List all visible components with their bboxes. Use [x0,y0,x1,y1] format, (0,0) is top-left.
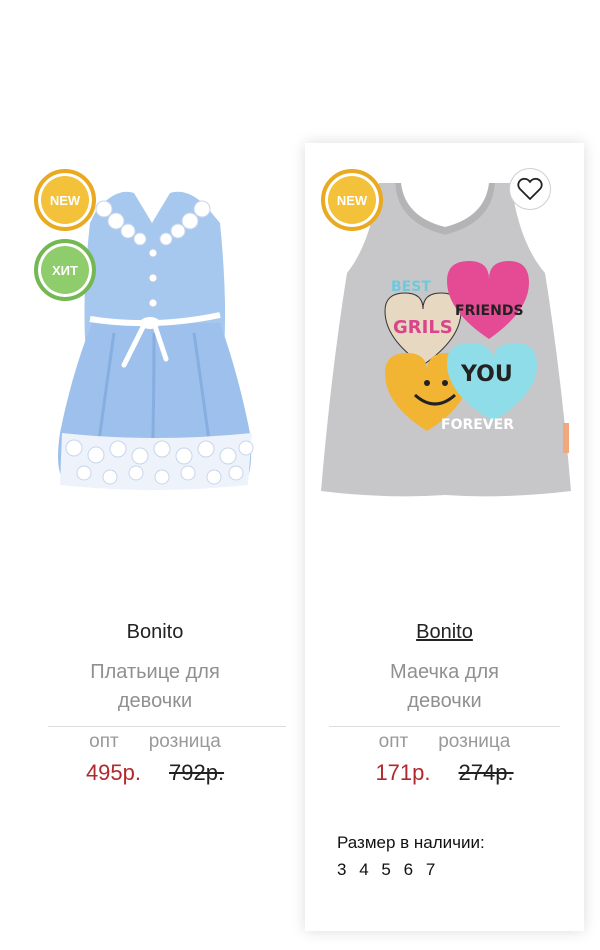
retail-label: розница [148,731,221,752]
product-name-line: девочки [407,690,482,712]
divider [48,726,286,727]
prices: 495р. 792р. [24,760,286,786]
price-labels: опт розница [24,731,286,753]
product-name-link[interactable]: Маечка для девочки [315,658,574,716]
wishlist-button[interactable] [509,168,551,210]
product-card[interactable]: NEW ХИТ Bonito Платьице для девочки опт … [24,143,286,931]
product-brand[interactable]: Bonito [24,621,286,644]
opt-label: опт [378,731,409,752]
size-option[interactable]: 5 [381,860,391,879]
print-text: YOU [460,362,513,387]
product-name-line: Платьице для [90,661,220,683]
new-badge: NEW [34,169,96,231]
size-option[interactable]: 7 [426,860,436,879]
prices: 171р. 274р. [305,760,584,786]
size-option[interactable]: 6 [404,860,414,879]
size-option[interactable]: 4 [359,860,369,879]
product-card[interactable]: BEST GRILS FRIENDS YOU FOREVER NEW Bonit… [305,143,584,931]
product-brand[interactable]: Bonito [305,621,584,644]
hit-badge: ХИТ [34,239,96,301]
product-name-line: девочки [117,690,193,712]
product-image-link[interactable]: BEST GRILS FRIENDS YOU FOREVER NEW [305,143,584,603]
divider [329,726,560,727]
print-text: GRILS [393,317,453,338]
opt-price: 171р. [375,760,431,785]
retail-price: 792р. [169,760,225,785]
heart-icon [517,177,543,200]
print-text: FRIENDS [455,303,524,319]
size-option[interactable]: 3 [337,860,347,879]
size-list: 3 4 5 6 7 [337,860,442,880]
retail-label: розница [438,731,511,752]
product-name-link[interactable]: Платьице для девочки [34,658,276,716]
brand-link[interactable]: Bonito [416,621,473,643]
print-text: BEST [391,279,431,295]
opt-label: опт [89,731,119,752]
product-image-link[interactable]: NEW ХИТ [24,143,286,603]
retail-price: 274р. [458,760,514,785]
sizes-title: Размер в наличии: [337,833,485,852]
opt-price: 495р. [85,760,141,785]
print-text: FOREVER [441,417,514,433]
product-name-line: Маечка для [390,661,499,683]
new-badge: NEW [321,169,383,231]
price-labels: опт розница [305,731,584,753]
product-grid: NEW ХИТ Bonito Платьице для девочки опт … [0,0,600,950]
